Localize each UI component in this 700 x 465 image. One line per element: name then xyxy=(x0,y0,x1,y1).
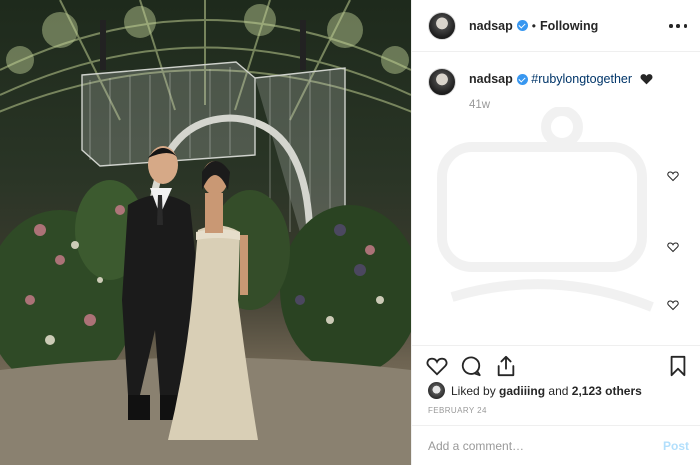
comment-like-icon[interactable] xyxy=(667,299,679,311)
likes-count-link[interactable]: 2,123 others xyxy=(572,384,642,398)
more-options-icon[interactable] xyxy=(669,18,687,34)
likes-summary: Liked by gadiiing and 2,123 others xyxy=(428,382,642,399)
liker-avatar[interactable] xyxy=(428,382,445,399)
liked-by-conjunction: and xyxy=(548,383,569,398)
post-date: FEBRUARY 24 xyxy=(428,406,487,415)
caption-username[interactable]: nadsap xyxy=(469,72,513,86)
liked-by-prefix: Liked by xyxy=(451,383,496,398)
share-icon[interactable] xyxy=(495,355,517,377)
comment-input[interactable] xyxy=(428,438,648,453)
liked-by-username[interactable]: gadiiing xyxy=(499,384,545,398)
author-username[interactable]: nadsap xyxy=(469,19,513,33)
post-header: nadsap • Following xyxy=(412,0,700,52)
post-photo[interactable] xyxy=(0,0,411,465)
caption-hashtag-link[interactable]: #rubylongtogether xyxy=(531,72,632,86)
black-heart-emoji-icon xyxy=(640,73,653,89)
header-separator: • xyxy=(531,18,536,33)
post-comment-button[interactable]: Post xyxy=(663,439,689,453)
post-details-panel: nadsap • Following nadsap #rubylongtoget… xyxy=(411,0,700,465)
comments-section: nadsap #rubylongtogether 41w xyxy=(412,52,700,344)
comment-like-icon[interactable] xyxy=(667,170,679,182)
action-bar xyxy=(412,345,700,383)
comment-bubble-icon[interactable] xyxy=(460,355,482,377)
verified-badge-icon xyxy=(516,74,528,86)
caption: nadsap #rubylongtogether xyxy=(469,71,653,89)
author-avatar[interactable] xyxy=(428,11,456,40)
caption-avatar[interactable] xyxy=(428,68,456,96)
post-photo-illustration xyxy=(0,0,411,465)
heart-outline-icon[interactable] xyxy=(426,355,448,377)
verified-badge-icon xyxy=(516,20,528,31)
comment-like-icon[interactable] xyxy=(667,241,679,253)
comment-form: Post xyxy=(412,425,700,465)
follow-status-button[interactable]: Following xyxy=(540,19,598,33)
bookmark-icon[interactable] xyxy=(667,355,689,377)
faded-background-illustration xyxy=(437,107,654,312)
caption-row: nadsap #rubylongtogether xyxy=(428,68,653,96)
